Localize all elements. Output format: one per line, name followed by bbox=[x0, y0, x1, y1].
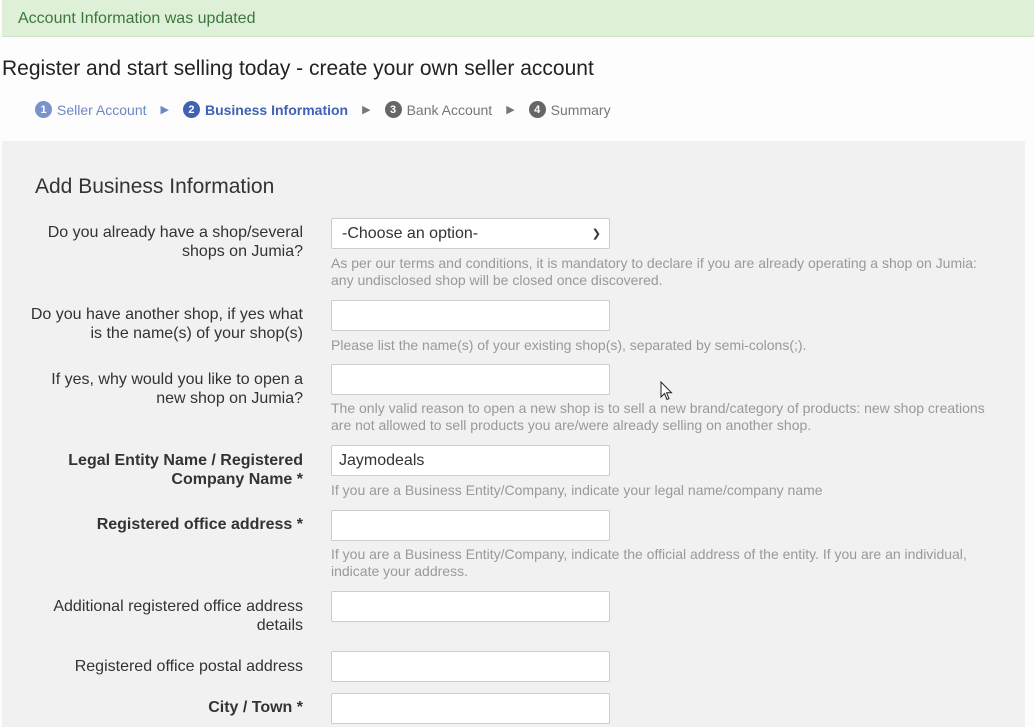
new-shop-reason-input[interactable] bbox=[331, 364, 610, 395]
postal-address-label: Registered office postal address bbox=[74, 658, 303, 675]
step-number-badge: 2 bbox=[182, 101, 200, 118]
existing-shop-help: As per our terms and conditions, it is m… bbox=[331, 255, 977, 288]
triangle-right-icon: ▶ bbox=[506, 104, 515, 116]
step-label: Business Information bbox=[204, 101, 349, 118]
alert-message: Account Information was updated bbox=[18, 10, 256, 27]
progress-steps: 1 Seller Account ▶ 2 Business Informatio… bbox=[35, 101, 611, 118]
step-number-badge: 1 bbox=[35, 101, 52, 118]
registered-address-label: Registered office address * bbox=[96, 516, 303, 533]
step-summary[interactable]: 4 Summary bbox=[528, 101, 611, 118]
city-input[interactable] bbox=[331, 693, 610, 724]
business-info-form: Add Business Information Do you already … bbox=[2, 141, 1025, 727]
select-value: -Choose an option- bbox=[342, 224, 479, 242]
legal-entity-name-help: If you are a Business Entity/Company, in… bbox=[331, 482, 823, 498]
registered-address-help: If you are a Business Entity/Company, in… bbox=[331, 546, 967, 579]
new-shop-reason-label: If yes, why would you like to open a new… bbox=[51, 371, 303, 407]
new-shop-reason-help: The only valid reason to open a new shop… bbox=[331, 400, 985, 433]
city-label: City / Town * bbox=[208, 699, 303, 716]
other-shop-names-label: Do you have another shop, if yes what is… bbox=[30, 306, 303, 342]
step-label: Summary bbox=[550, 101, 611, 118]
triangle-right-icon: ▶ bbox=[160, 104, 169, 116]
step-label: Bank Account bbox=[406, 101, 493, 118]
step-bank-account[interactable]: 3 Bank Account bbox=[384, 101, 493, 118]
legal-entity-name-input[interactable] bbox=[331, 445, 610, 476]
step-number-badge: 4 bbox=[528, 101, 546, 118]
step-label: Seller Account bbox=[57, 101, 147, 118]
chevron-down-icon: ❯ bbox=[591, 228, 601, 240]
step-business-information[interactable]: 2 Business Information bbox=[182, 101, 349, 118]
postal-address-input[interactable] bbox=[331, 651, 610, 682]
other-shop-names-input[interactable] bbox=[331, 300, 610, 331]
step-seller-account[interactable]: 1 Seller Account bbox=[35, 101, 147, 118]
additional-address-label: Additional registered office address det… bbox=[53, 598, 303, 634]
legal-entity-name-label: Legal Entity Name / Registered Company N… bbox=[68, 452, 303, 488]
step-number-badge: 3 bbox=[384, 101, 402, 118]
registered-address-input[interactable] bbox=[331, 510, 610, 541]
existing-shop-label: Do you already have a shop/several shops… bbox=[47, 224, 303, 260]
success-alert: Account Information was updated bbox=[2, 0, 1034, 37]
page-title: Register and start selling today - creat… bbox=[2, 57, 594, 80]
mouse-cursor-icon bbox=[660, 381, 673, 401]
additional-address-input[interactable] bbox=[331, 591, 610, 622]
triangle-right-icon: ▶ bbox=[362, 104, 371, 116]
section-title: Add Business Information bbox=[35, 175, 275, 198]
other-shop-names-help: Please list the name(s) of your existing… bbox=[331, 337, 807, 353]
existing-shop-select[interactable]: -Choose an option- ❯ bbox=[331, 218, 610, 249]
